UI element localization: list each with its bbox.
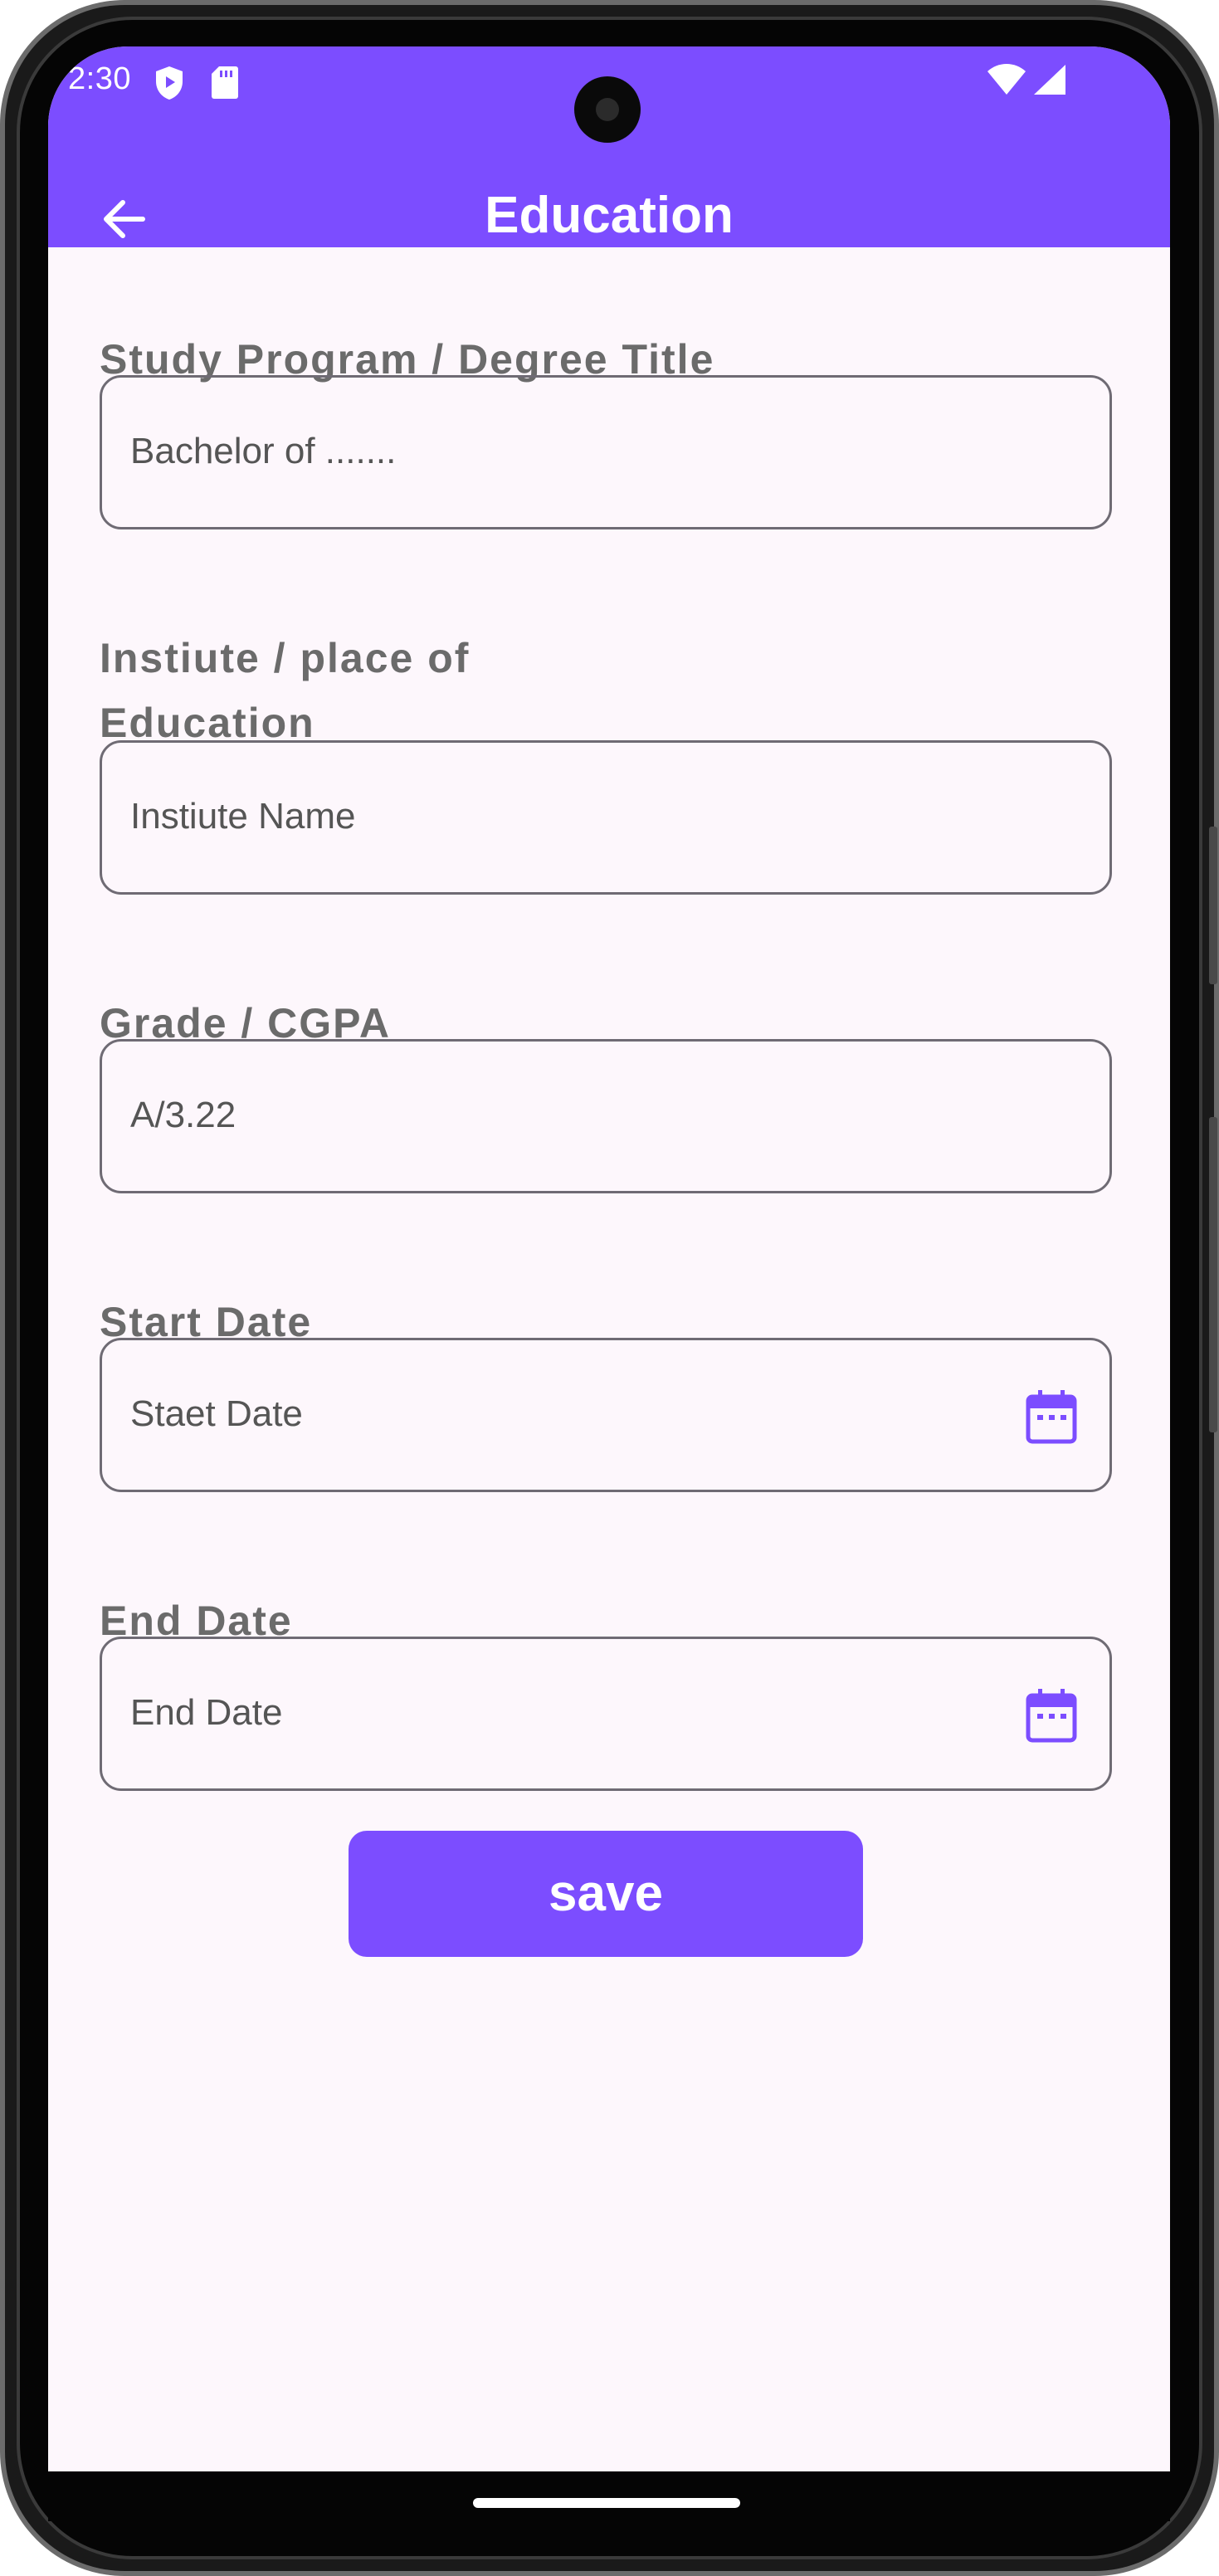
institute-label-line1: Instiute / place of: [100, 635, 471, 681]
volume-button: [1209, 827, 1217, 984]
grade-placeholder: A/3.22: [130, 1095, 236, 1135]
sd-card-icon: [212, 66, 238, 99]
power-button: [1209, 1117, 1217, 1432]
end-date-placeholder: End Date: [130, 1692, 283, 1733]
institute-input[interactable]: Instiute Name: [100, 740, 1112, 895]
save-button[interactable]: save: [349, 1831, 863, 1957]
shield-icon: [156, 66, 183, 100]
navigation-bar: [48, 2471, 1170, 2521]
grade-input[interactable]: A/3.22: [100, 1039, 1112, 1193]
wifi-icon: [987, 64, 1026, 95]
app-bar: 2:30 Education: [48, 46, 1170, 247]
start-date-input[interactable]: Staet Date: [100, 1338, 1112, 1492]
calendar-icon[interactable]: [1025, 1388, 1078, 1445]
degree-title-input[interactable]: Bachelor of .......: [100, 375, 1112, 529]
page-title: Education: [485, 187, 734, 244]
institute-placeholder: Instiute Name: [130, 796, 356, 837]
institute-label: Instiute / place of Education: [100, 626, 470, 755]
calendar-icon[interactable]: [1025, 1687, 1078, 1744]
screen: 2:30 Education Study Program / Degree Ti…: [48, 46, 1170, 2471]
degree-title-placeholder: Bachelor of .......: [130, 431, 397, 471]
home-indicator[interactable]: [473, 2498, 740, 2508]
start-date-placeholder: Staet Date: [130, 1393, 303, 1434]
cell-signal-icon: [1034, 65, 1065, 95]
institute-label-line2: Education: [100, 700, 315, 746]
end-date-input[interactable]: End Date: [100, 1637, 1112, 1791]
front-camera: [574, 76, 641, 143]
status-time: 2:30: [68, 61, 131, 96]
